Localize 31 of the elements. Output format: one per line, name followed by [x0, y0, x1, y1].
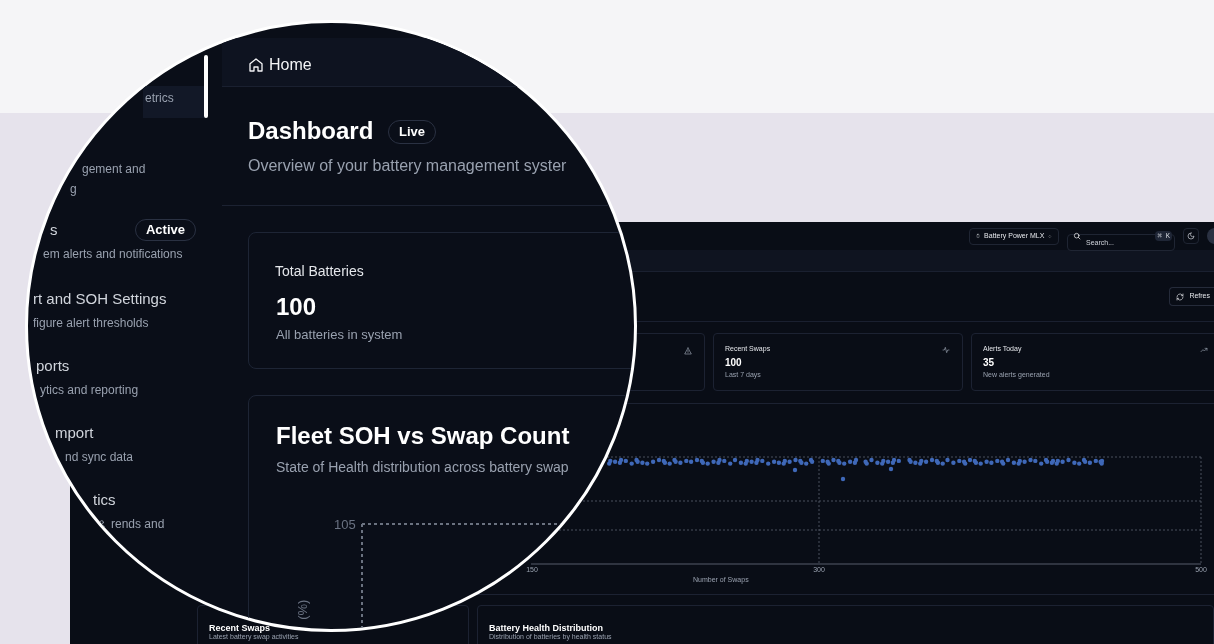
chevrons-icon [1048, 232, 1052, 240]
sidebar-item[interactable]: etrics [143, 86, 204, 118]
chart-title: Fleet SOH vs Swap Count [276, 421, 570, 451]
breadcrumb-link[interactable]: Home [248, 53, 312, 77]
pulse-icon [942, 346, 950, 354]
sidebar-item[interactable]: gement and g [70, 157, 204, 199]
axis-tick-label: 105 [334, 516, 356, 534]
home-icon [248, 57, 264, 73]
battery-icon [976, 232, 981, 240]
sidebar-item[interactable]: tics rends and [93, 488, 204, 534]
refresh-icon [1176, 292, 1185, 301]
chart-subtitle: State of Health distribution across battery swap [276, 458, 569, 477]
sidebar-item[interactable]: ports ytics and reporting [36, 354, 204, 400]
panel-title: Recent Swaps [209, 623, 271, 633]
trend-up-icon [1200, 346, 1208, 354]
axis-title: (%) [294, 599, 312, 620]
theme-toggle-button[interactable] [1183, 228, 1199, 244]
sidebar-item[interactable]: mport nd sync data [55, 421, 204, 467]
panel-title: Battery Health Distribution [488, 623, 603, 633]
stat-value: 100 [276, 292, 317, 322]
warning-icon [684, 347, 692, 355]
sidebar-item[interactable]: rt and SOH Settings figure alert thresholds [33, 287, 204, 333]
sidebar-item[interactable]: s Active em alerts and notifications [42, 218, 204, 264]
page-subtitle: Overview of your battery management syster [248, 156, 567, 176]
stat-title: Total Batteries [275, 262, 364, 281]
search-icon [1073, 232, 1081, 240]
page-title: Dashboard [248, 116, 374, 146]
stat-value: 100 [725, 356, 742, 370]
moon-icon [1187, 232, 1195, 240]
stat-value: 35 [983, 356, 995, 370]
stat-caption: All batteries in system [276, 326, 403, 344]
